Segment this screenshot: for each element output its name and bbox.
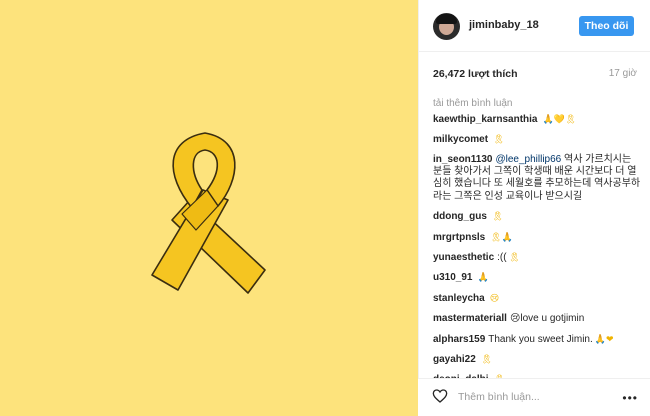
avatar[interactable] <box>433 13 460 40</box>
comment-item: u310_91 🙏 <box>433 272 489 284</box>
comment-username[interactable]: gayahi22 <box>433 354 476 365</box>
username-link[interactable]: jiminbaby_18 <box>469 19 539 31</box>
comment-username[interactable]: kaewthip_karnsanthia <box>433 114 537 125</box>
yellow-ribbon-image <box>151 132 266 294</box>
comment-input[interactable] <box>458 390 618 404</box>
comment-username[interactable]: mrgrtpnsls <box>433 232 485 243</box>
comment-username[interactable]: u310_91 <box>433 272 472 283</box>
comment-username[interactable]: stanleycha <box>433 293 485 304</box>
comment-username[interactable]: yunaesthetic <box>433 252 494 263</box>
comment-item: mastermateriall 😢love u gotjimin <box>433 313 585 325</box>
post-sidebar: jiminbaby_18 Theo dõi 26,472 lượt thích … <box>418 0 650 416</box>
comment-item: ddong_gus 🎗 <box>433 211 504 223</box>
mention-link[interactable]: @lee_phillip66 <box>495 154 561 165</box>
comment-bar: ••• <box>418 378 650 416</box>
comment-username[interactable]: ddong_gus <box>433 211 487 222</box>
load-more-comments-link[interactable]: tải thêm bình luận <box>433 98 513 109</box>
follow-button[interactable]: Theo dõi <box>579 16 634 36</box>
more-options-icon[interactable]: ••• <box>622 391 638 405</box>
comment-username[interactable]: in_seon1130 <box>433 154 492 165</box>
comment-item: gayahi22 🎗 <box>433 353 493 365</box>
post-timestamp[interactable]: 17 giờ <box>609 68 637 79</box>
comment-item: milkycomet 🎗 <box>433 134 505 146</box>
comment-username[interactable]: alphars159 <box>433 334 485 345</box>
comment-list: kaewthip_karnsanthia 🙏💛🎗 milkycomet 🎗 in_s… <box>433 113 643 414</box>
comment-item: kaewthip_karnsanthia 🙏💛🎗 <box>433 114 577 125</box>
comment-item: mrgrtpnsls 🎗🙏 <box>433 231 513 243</box>
comment-item: stanleycha 😢 <box>433 292 500 304</box>
comment-username[interactable]: milkycomet <box>433 134 488 145</box>
comment-item: alphars159 Thank you sweet Jimin. 🙏❤ <box>433 333 614 345</box>
post-image[interactable] <box>0 0 418 416</box>
likes-count[interactable]: 26,472 lượt thích <box>433 68 518 80</box>
heart-icon[interactable] <box>432 388 448 404</box>
comment-username[interactable]: mastermateriall <box>433 313 507 324</box>
comment-item: in_seon1130 @lee_phillip66 역사 가르치시는 분들 찾아… <box>433 153 641 202</box>
comment-item: yunaesthetic:((🎗 <box>433 251 521 263</box>
post-stats: 26,472 lượt thích 17 giờ <box>433 68 637 82</box>
post-header: jiminbaby_18 Theo dõi <box>419 0 650 52</box>
